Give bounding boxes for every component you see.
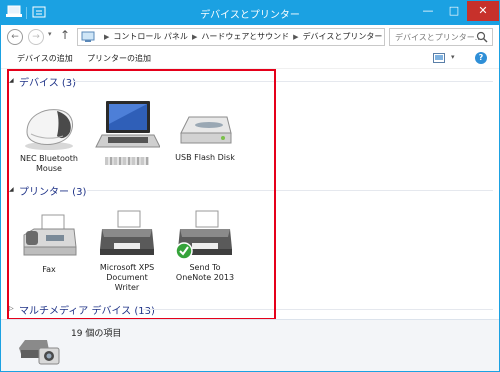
group-divider bbox=[143, 309, 493, 310]
device-label-obscured bbox=[105, 157, 149, 165]
printer-item-xps[interactable]: Microsoft XPS Document Writer bbox=[89, 209, 165, 293]
breadcrumb-separator[interactable]: ▶ bbox=[192, 33, 197, 41]
breadcrumb: ▶ コントロール パネル ▶ ハードウェアとサウンド ▶ デバイスとプリンター bbox=[100, 31, 382, 42]
command-bar: デバイスの追加 プリンターの追加 ▾ ? bbox=[1, 49, 499, 69]
expand-arrow-icon[interactable]: ▷ bbox=[9, 305, 14, 312]
device-label: USB Flash Disk bbox=[175, 153, 235, 162]
printer-default-icon bbox=[175, 210, 232, 260]
add-printer-button[interactable]: プリンターの追加 bbox=[87, 53, 151, 64]
view-options-dropdown[interactable]: ▾ bbox=[451, 53, 455, 61]
breadcrumb-control-panel[interactable]: コントロール パネル bbox=[113, 32, 188, 41]
printer-label: Microsoft XPS Document Writer bbox=[99, 263, 155, 292]
printer-label: Fax bbox=[42, 265, 56, 274]
address-field[interactable]: ▶コントロール パネル▶ハードウェアとサウンド▶デバイスとプリンター ▾ ↻ bbox=[77, 28, 455, 46]
devices-camera-icon bbox=[19, 340, 60, 365]
group-printers-title: プリンター (3) bbox=[19, 187, 87, 198]
printer-item-fax[interactable]: Fax bbox=[11, 211, 87, 275]
mouse-icon bbox=[25, 109, 73, 150]
device-item-mouse[interactable]: NEC Bluetooth Mouse bbox=[11, 102, 87, 174]
devices-list-view: ◢ デバイス (3) NEC Bluetooth Mouse USB Flash… bbox=[1, 69, 499, 319]
change-view-icon[interactable] bbox=[433, 53, 445, 63]
recent-locations-dropdown[interactable]: ▾ bbox=[48, 30, 52, 38]
group-divider bbox=[73, 81, 493, 82]
printer-icon bbox=[100, 210, 154, 255]
close-button[interactable]: ✕ bbox=[467, 1, 499, 21]
address-bar: ← → ▾ ↑ ▶ コントロール パネル ▶ ハードウェアとサウンド ▶ デバイスとプリン… bbox=[1, 25, 499, 49]
search-placeholder: デバイスとプリンター... bbox=[395, 33, 483, 42]
group-multimedia-title: マルチメディア デバイス (13) bbox=[19, 306, 155, 317]
collapse-arrow-icon[interactable]: ◢ bbox=[9, 77, 14, 84]
laptop-icon bbox=[95, 101, 160, 148]
device-item-usb-flash[interactable]: USB Flash Disk bbox=[167, 103, 243, 163]
minimize-button[interactable]: — bbox=[415, 1, 441, 21]
help-icon[interactable]: ? bbox=[475, 52, 487, 64]
details-pane: 19 個の項目 bbox=[1, 319, 499, 371]
up-button[interactable]: ↑ bbox=[60, 28, 70, 42]
breadcrumb-separator[interactable]: ▶ bbox=[293, 33, 298, 41]
breadcrumb-devices-printers[interactable]: デバイスとプリンター bbox=[303, 32, 383, 41]
back-button[interactable]: ← bbox=[7, 29, 23, 45]
printer-label: Send To OneNote 2013 bbox=[175, 263, 235, 282]
add-device-button[interactable]: デバイスの追加 bbox=[17, 53, 73, 64]
title-bar[interactable]: デバイスとプリンター — □ ✕ bbox=[1, 1, 499, 25]
fax-icon bbox=[23, 214, 77, 256]
breadcrumb-hardware-sound[interactable]: ハードウェアとサウンド bbox=[201, 32, 289, 41]
forward-button[interactable]: → bbox=[28, 29, 44, 45]
usb-drive-icon bbox=[180, 116, 232, 144]
control-panel-icon bbox=[81, 31, 95, 42]
device-item-laptop[interactable] bbox=[89, 99, 165, 168]
maximize-button[interactable]: □ bbox=[441, 1, 467, 21]
search-icon[interactable] bbox=[476, 31, 488, 43]
group-divider bbox=[87, 190, 493, 191]
breadcrumb-separator: ▶ bbox=[104, 33, 110, 41]
group-devices-title: デバイス (3) bbox=[19, 78, 77, 89]
collapse-arrow-icon[interactable]: ◢ bbox=[9, 186, 14, 193]
device-label: NEC Bluetooth Mouse bbox=[19, 154, 78, 173]
search-input[interactable]: デバイスとプリンター... bbox=[389, 28, 493, 46]
devices-and-printers-window: デバイスとプリンター — □ ✕ ← → ▾ ↑ ▶ コントロール パネル ▶ ハード… bbox=[0, 0, 500, 372]
default-check-icon bbox=[175, 242, 193, 260]
item-count: 19 個の項目 bbox=[71, 329, 122, 339]
printer-item-onenote[interactable]: Send To OneNote 2013 bbox=[167, 209, 243, 283]
